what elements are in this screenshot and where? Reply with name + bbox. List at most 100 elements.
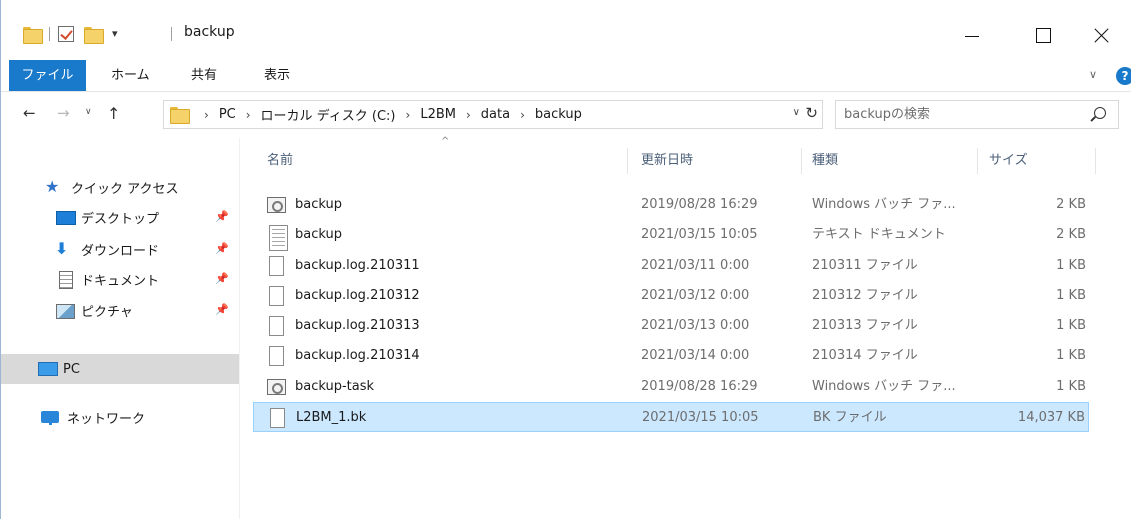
file-icon [267, 256, 285, 276]
sidebar-item-label: ドキュメント [81, 273, 160, 289]
file-row[interactable]: backup.log.210313 2021/03/13 0:00 210313… [253, 311, 1089, 341]
breadcrumb-separator-icon[interactable]: › [204, 108, 209, 122]
star-icon: ★ [45, 177, 60, 196]
pane-divider[interactable] [239, 138, 240, 519]
file-type: Windows バッチ ファ... [812, 197, 956, 212]
tab-file[interactable]: ファイル [9, 60, 86, 91]
search-input[interactable] [844, 105, 1084, 124]
close-button[interactable] [1079, 14, 1125, 54]
sidebar-item-downloads[interactable]: ⬇ ダウンロード 📌 [1, 234, 239, 264]
breadcrumb-l2bm[interactable]: L2BM [420, 107, 456, 122]
file-date: 2019/08/28 16:29 [641, 197, 758, 212]
toolbar-separator [49, 27, 50, 41]
breadcrumb-separator-icon[interactable]: › [246, 108, 251, 122]
file-type: 210311 ファイル [812, 258, 918, 273]
breadcrumb-data[interactable]: data [481, 107, 510, 122]
file-type: Windows バッチ ファ... [812, 379, 956, 394]
tab-share[interactable]: 共有 [191, 60, 217, 91]
file-size: 1 KB [1056, 348, 1086, 363]
new-folder-icon[interactable] [84, 26, 104, 44]
minimize-button[interactable] [949, 14, 995, 54]
column-separator[interactable] [627, 148, 628, 174]
search-box[interactable] [835, 100, 1119, 129]
file-row[interactable]: backup 2021/03/15 10:05 テキスト ドキュメント 2 KB [253, 220, 1089, 251]
address-bar[interactable]: › PC › ローカル ディスク (C:) › L2BM › data › ba… [163, 100, 823, 129]
column-header-type[interactable]: 種類 [812, 138, 838, 184]
documents-icon [55, 271, 75, 289]
refresh-icon[interactable]: ↻ [805, 104, 818, 122]
column-header-name[interactable]: 名前 [267, 138, 293, 184]
breadcrumb-backup[interactable]: backup [535, 107, 582, 122]
back-arrow-icon[interactable]: ← [23, 104, 36, 122]
pin-icon[interactable]: 📌 [215, 210, 229, 223]
file-icon [267, 346, 285, 366]
column-header-date[interactable]: 更新日時 [641, 138, 693, 184]
recent-locations-icon[interactable]: ∨ [85, 107, 92, 117]
breadcrumb-separator-icon[interactable]: › [406, 108, 411, 122]
sidebar-item-network[interactable]: ネットワーク [1, 402, 239, 432]
pin-icon[interactable]: 📌 [215, 303, 229, 316]
text-file-icon [267, 225, 288, 251]
ribbon-tabs: ファイル ホーム 共有 表示 ∨ ? [1, 60, 1131, 92]
file-type: 210313 ファイル [812, 318, 918, 333]
file-row[interactable]: backup.log.210311 2021/03/11 0:00 210311… [253, 251, 1089, 281]
breadcrumb-separator-icon[interactable]: › [466, 108, 471, 122]
file-name: L2BM_1.bk [296, 410, 367, 425]
folder-icon [170, 107, 190, 124]
file-row[interactable]: backup.log.210314 2021/03/14 0:00 210314… [253, 341, 1089, 371]
batch-file-icon [267, 195, 286, 215]
file-row[interactable]: backup.log.210312 2021/03/12 0:00 210312… [253, 281, 1089, 311]
file-row[interactable]: backup 2019/08/28 16:29 Windows バッチ ファ..… [253, 190, 1089, 220]
sidebar-item-desktop[interactable]: デスクトップ 📌 [1, 202, 239, 232]
file-date: 2021/03/13 0:00 [641, 318, 750, 333]
file-date: 2021/03/12 0:00 [641, 288, 750, 303]
up-arrow-icon[interactable]: ↑ [107, 104, 120, 123]
pc-icon [37, 361, 58, 377]
customize-toolbar-icon[interactable]: ▾ [112, 27, 118, 40]
column-header-size[interactable]: サイズ [989, 138, 1028, 184]
forward-arrow-icon[interactable]: → [57, 104, 70, 122]
file-size: 1 KB [1056, 288, 1086, 303]
help-icon[interactable]: ? [1116, 67, 1131, 85]
file-name: backup.log.210313 [295, 318, 420, 333]
breadcrumb-pc[interactable]: PC [219, 107, 236, 122]
pin-icon[interactable]: 📌 [215, 272, 229, 285]
file-icon [267, 286, 285, 306]
file-icon [267, 316, 285, 336]
sidebar-item-quick-access[interactable]: ★ クイック アクセス [1, 172, 239, 202]
sidebar-item-documents[interactable]: ドキュメント 📌 [1, 264, 239, 294]
tab-view[interactable]: 表示 [264, 60, 290, 91]
explorer-window: ▾ backup ファイル ホーム 共有 表示 ∨ ? ← → ∨ ↑ › PC… [0, 0, 1131, 519]
navigation-pane: ★ クイック アクセス デスクトップ 📌 ⬇ ダウンロード 📌 ドキュメント 📌… [1, 138, 239, 519]
file-name: backup.log.210311 [295, 258, 420, 273]
title-bar: ▾ backup [1, 0, 1131, 60]
expand-ribbon-icon[interactable]: ∨ [1089, 68, 1097, 81]
folder-icon[interactable] [23, 26, 43, 44]
address-history-dropdown-icon[interactable]: ∨ [793, 107, 800, 118]
file-row-selected[interactable]: L2BM_1.bk 2021/03/15 10:05 BK ファイル 14,03… [253, 402, 1089, 432]
network-icon [41, 409, 61, 425]
file-size: 2 KB [1056, 227, 1086, 242]
sidebar-item-label: PC [63, 361, 80, 377]
breadcrumb-separator-icon[interactable]: › [520, 108, 525, 122]
file-size: 2 KB [1056, 197, 1086, 212]
sidebar-item-pictures[interactable]: ピクチャ 📌 [1, 295, 239, 325]
breadcrumb-local-disk[interactable]: ローカル ディスク (C:) [261, 105, 396, 124]
sidebar-item-pc[interactable]: PC [1, 354, 239, 384]
pin-icon[interactable]: 📌 [215, 242, 229, 255]
column-separator[interactable] [801, 148, 802, 174]
batch-file-icon [267, 377, 286, 397]
tab-home[interactable]: ホーム [111, 60, 150, 91]
column-separator[interactable] [1095, 148, 1096, 174]
file-row[interactable]: backup-task 2019/08/28 16:29 Windows バッチ… [253, 372, 1089, 402]
title-separator [171, 27, 172, 41]
sort-ascending-icon: ^ [441, 136, 450, 147]
file-date: 2021/03/14 0:00 [641, 348, 750, 363]
column-separator[interactable] [977, 148, 978, 174]
search-icon[interactable] [1094, 107, 1106, 119]
file-type: 210314 ファイル [812, 348, 918, 363]
file-date: 2021/03/11 0:00 [641, 258, 750, 273]
file-size: 1 KB [1056, 258, 1086, 273]
properties-icon[interactable] [58, 26, 74, 42]
maximize-button[interactable] [1021, 14, 1067, 54]
